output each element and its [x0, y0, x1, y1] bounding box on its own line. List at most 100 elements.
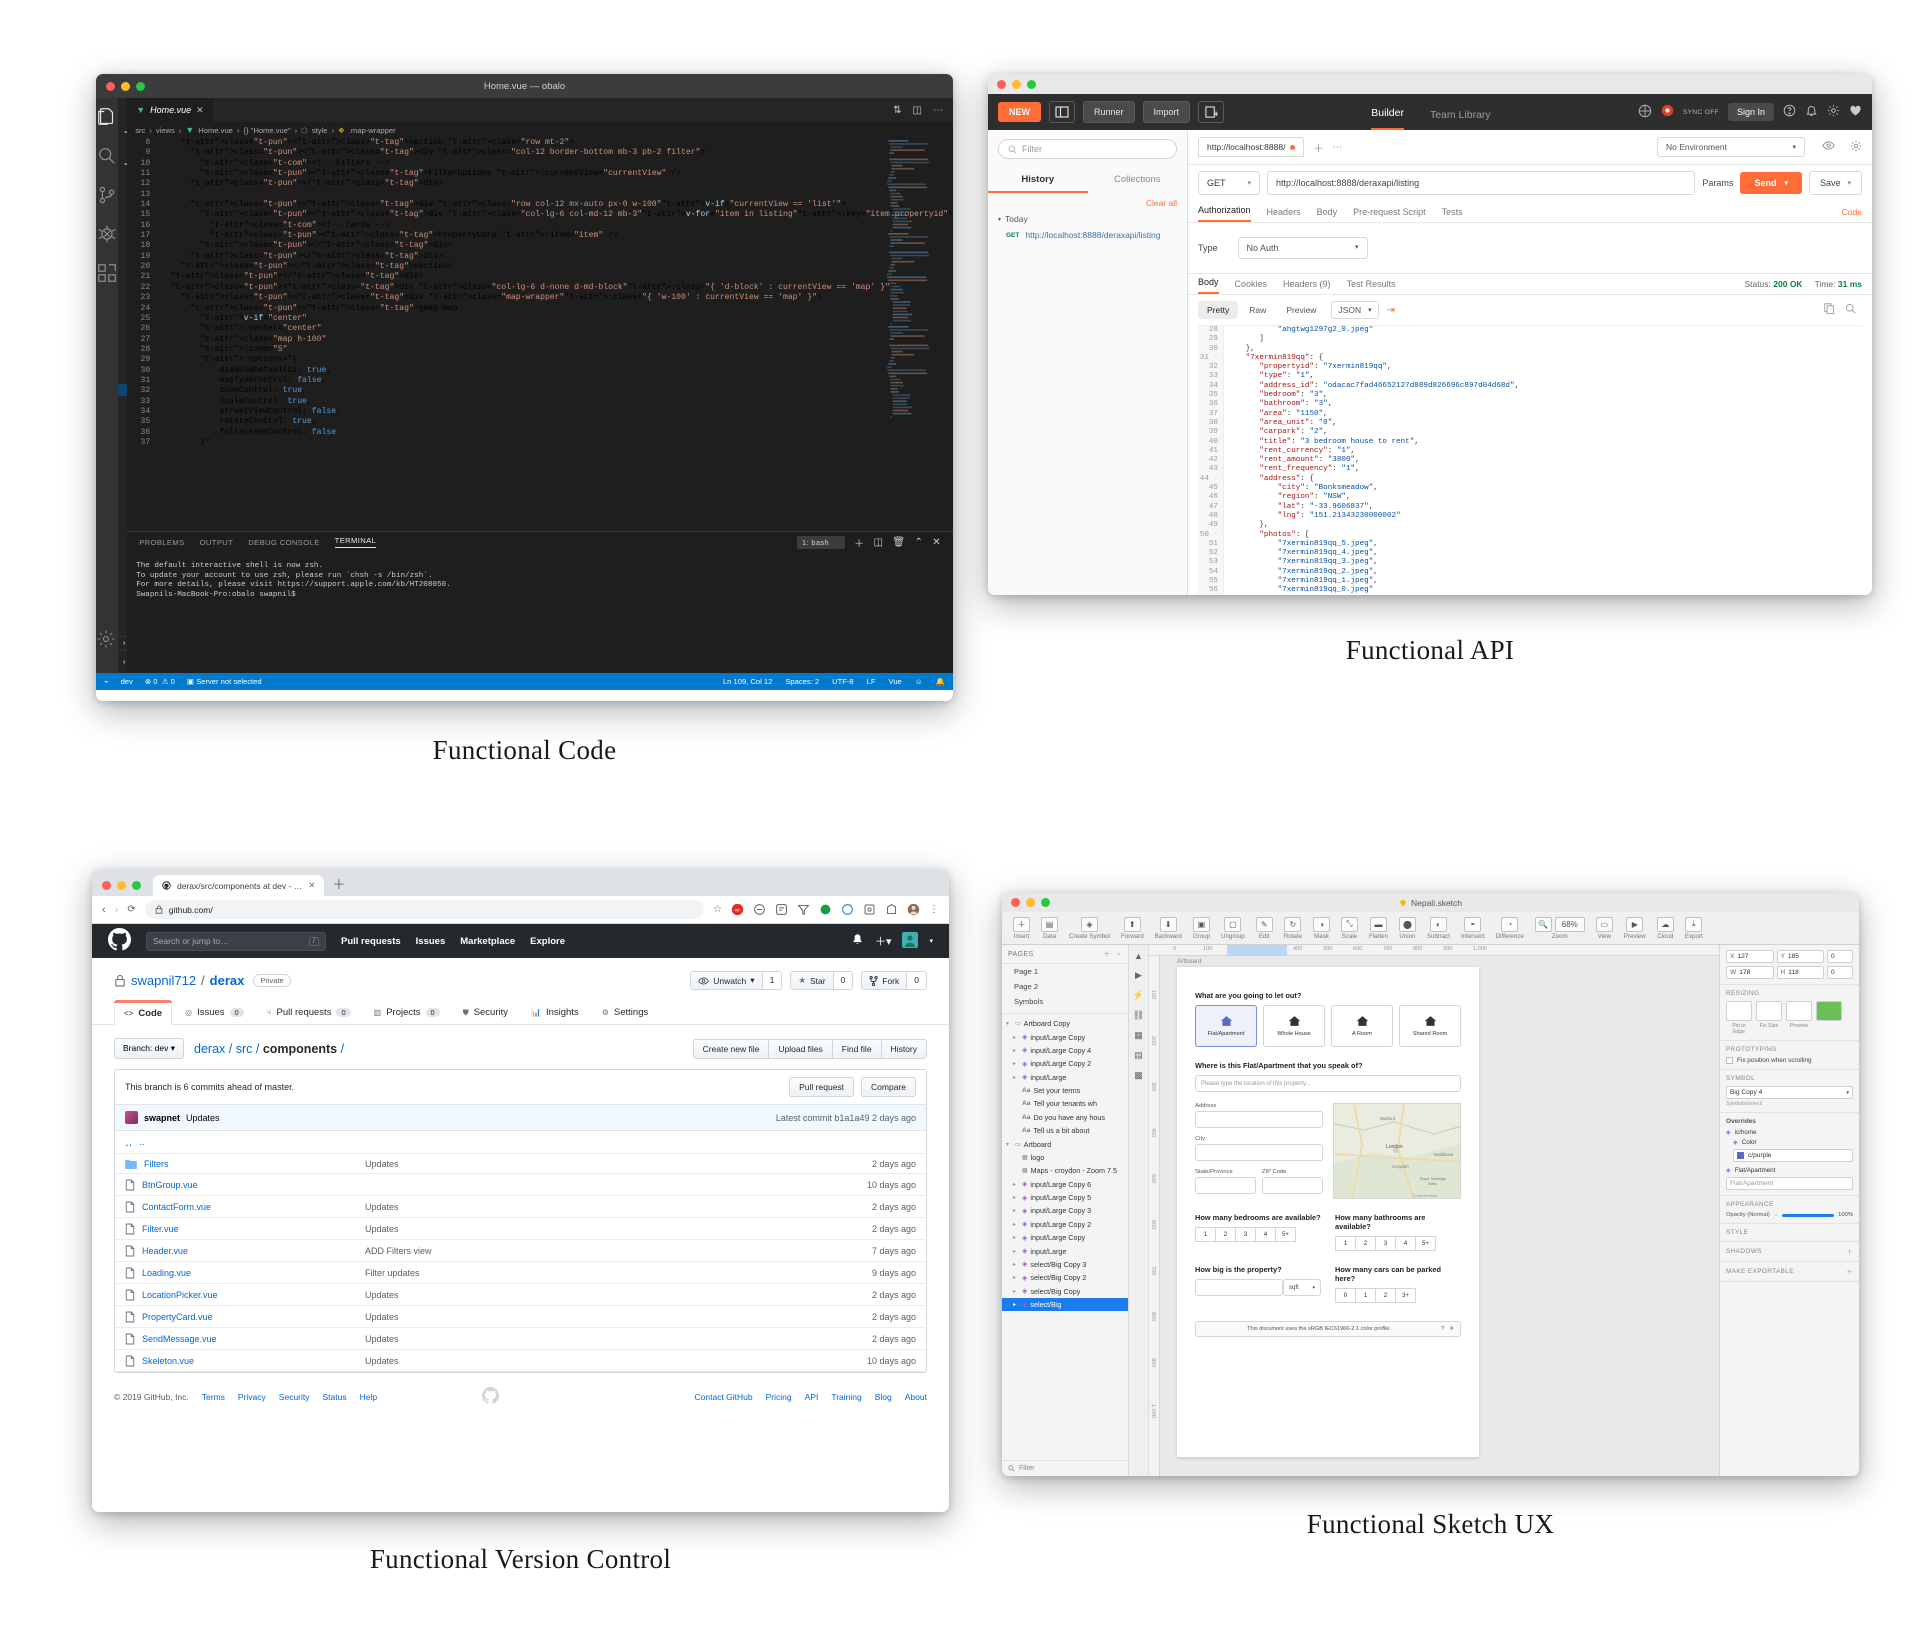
- ahead-actions[interactable]: Pull request Compare: [789, 1077, 916, 1097]
- postman-header[interactable]: NEW Runner Import Builder Team Library S…: [988, 94, 1872, 130]
- position-fields[interactable]: X 127 Y 185 0: [1726, 950, 1853, 963]
- stepper-option[interactable]: 3: [1235, 1227, 1256, 1242]
- tree-item-router-js[interactable]: JSrouter.js: [118, 484, 127, 497]
- commit-message-cell[interactable]: Updates: [365, 1224, 838, 1234]
- layer-item[interactable]: Aa Tell us a bit about: [1002, 1124, 1128, 1137]
- commit-message-cell[interactable]: Updates: [365, 1356, 838, 1366]
- help-icon[interactable]: [1783, 104, 1796, 120]
- database-icon[interactable]: ▤: [1041, 916, 1058, 932]
- sidebar-toggle-icon[interactable]: [1049, 101, 1075, 123]
- settings-gear-icon[interactable]: [96, 629, 118, 651]
- explorer-icon[interactable]: [96, 106, 118, 128]
- size-unit-selector[interactable]: sqft ▾: [1283, 1279, 1321, 1296]
- pages-header[interactable]: PAGES ＋ ⌄: [1002, 945, 1128, 964]
- status-problems[interactable]: ⊗ 0 ⚠ 0: [145, 677, 175, 686]
- format-raw[interactable]: Raw: [1240, 301, 1275, 319]
- fork-button-group[interactable]: Fork 0: [861, 971, 927, 990]
- footer-api[interactable]: API: [805, 1392, 819, 1402]
- layer-list[interactable]: ▾ ▭ Artboard Copy ▸ ◈ input/Large Copy ▸ ◈ input…: [1002, 1013, 1128, 1312]
- address-input[interactable]: [1195, 1111, 1323, 1128]
- export-section[interactable]: MAKE EXPORTABLE ＋: [1720, 1262, 1859, 1282]
- chevron-down-icon[interactable]: ⌄: [1774, 1212, 1778, 1218]
- chevron-right-icon[interactable]: ›: [123, 659, 126, 666]
- url-input[interactable]: http://localhost:8888/deraxapi/listing: [1267, 171, 1696, 195]
- params-button[interactable]: Params: [1702, 178, 1733, 188]
- tree-item-style-scss[interactable]: ❡style.scss: [118, 233, 127, 246]
- tab-terminal[interactable]: TERMINAL: [334, 536, 377, 548]
- x-field[interactable]: X 127: [1726, 950, 1774, 963]
- radius-field[interactable]: 0: [1827, 966, 1853, 979]
- rotation-field[interactable]: 0: [1827, 950, 1853, 963]
- disclosure-icon[interactable]: ▸: [1013, 1261, 1019, 1268]
- tab-pull-requests[interactable]: ⑂ Pull requests 0: [257, 1000, 361, 1024]
- split-layout-icon[interactable]: ◫: [913, 105, 922, 116]
- commit-message-cell[interactable]: Updates: [365, 1159, 838, 1169]
- response-actions[interactable]: [1824, 303, 1862, 317]
- resizing-controls[interactable]: [1726, 1001, 1853, 1021]
- notifications-bell-icon[interactable]: [1805, 104, 1818, 120]
- footer-status[interactable]: Status: [323, 1392, 347, 1402]
- tree-item-values[interactable]: ›values: [118, 270, 127, 283]
- toolbar-insert[interactable]: ＋ Insert: [1008, 916, 1035, 940]
- code-link[interactable]: Code: [1842, 207, 1862, 222]
- terminal-output[interactable]: The default interactive shell is now zsh…: [127, 552, 953, 600]
- json-code[interactable]: "ahgtwg1297g2_0.jpeg" ] }, "7xermin819qq…: [1224, 326, 1519, 595]
- override-color-field[interactable]: c/purple: [1733, 1149, 1853, 1162]
- layer-item[interactable]: ▸ ◈ select/Big Copy 3: [1002, 1258, 1128, 1271]
- toolbar-subtract[interactable]: ◐ Subtract: [1422, 916, 1455, 940]
- tree-item-views[interactable]: ⌄views: [118, 283, 127, 296]
- commit-message-cell[interactable]: Filter updates: [365, 1268, 838, 1278]
- export-icon[interactable]: ⤓: [1685, 916, 1703, 932]
- activity-bar-bottom[interactable]: [96, 629, 118, 673]
- edit-icon[interactable]: ✎: [1255, 916, 1273, 932]
- toolbar-union[interactable]: ⬤ Union: [1394, 916, 1421, 940]
- request-row[interactable]: GET ▾ http://localhost:8888/deraxapi/lis…: [1188, 165, 1872, 201]
- h-field[interactable]: H 118: [1776, 966, 1824, 979]
- disclosure-icon[interactable]: ▸: [1013, 1221, 1019, 1228]
- save-button[interactable]: Save ▾: [1808, 171, 1862, 195]
- status-server[interactable]: ▣ Server not selected: [187, 677, 262, 686]
- settings-gear-icon[interactable]: [1850, 140, 1862, 155]
- tree-item-create-step2-vue[interactable]: ▼Create-Step2.vue: [118, 308, 127, 321]
- bookmark-star-icon[interactable]: ☆: [713, 904, 722, 915]
- breadcrumb-views[interactable]: views: [156, 126, 175, 135]
- commit-message[interactable]: Updates: [186, 1113, 220, 1123]
- fix-position-row[interactable]: Fix position when scrolling: [1726, 1057, 1853, 1064]
- disclosure-icon[interactable]: ▸: [1013, 1207, 1019, 1214]
- difference-icon[interactable]: ◔: [1501, 916, 1519, 932]
- table-row[interactable]: Filters Updates 2 days ago: [115, 1154, 926, 1174]
- tab-history[interactable]: History: [988, 168, 1088, 193]
- group-icon[interactable]: ▣: [1192, 916, 1210, 932]
- file-name-cell[interactable]: PropertyCard.vue: [125, 1311, 365, 1323]
- mask-icon[interactable]: ◑: [1313, 916, 1330, 932]
- toolbar-cloud[interactable]: ☁ Cloud: [1652, 916, 1679, 940]
- inspector-panel[interactable]: X 127 Y 185 0 W 178 H 118 0 RESIZING Pin…: [1719, 945, 1859, 1476]
- status-remote-icon[interactable]: ⌁: [104, 677, 109, 686]
- new-tab-button[interactable]: ＋: [332, 874, 345, 896]
- stepper-option[interactable]: 0: [1335, 1288, 1356, 1303]
- forward-icon[interactable]: ⬆: [1123, 916, 1141, 932]
- tab-security[interactable]: ⛊ Security: [453, 1000, 518, 1024]
- tree-item-cert-pem[interactable]: ⊞cert.pem: [118, 535, 127, 548]
- option-a-room[interactable]: A Room: [1331, 1005, 1393, 1047]
- bedrooms-stepper[interactable]: 1 2 3 4 5+: [1195, 1227, 1321, 1242]
- table-row[interactable]: BtnGroup.vue 10 days ago: [115, 1174, 926, 1196]
- npm-scripts-section-header[interactable]: › NPM SCRIPTS: [118, 650, 128, 673]
- tree-item-notfound-vue[interactable]: ▼NotFound.vue: [118, 421, 127, 434]
- table-row[interactable]: ‥..: [115, 1131, 926, 1154]
- format-type-selector[interactable]: JSON ▾: [1331, 301, 1379, 319]
- toolbar-scale[interactable]: ⤡ Scale: [1336, 916, 1363, 940]
- plus-icon[interactable]: ＋: [1013, 916, 1030, 932]
- canvas-tool-strip[interactable]: ▲ ▶ ⚡ ⛓ ▦ ▤ ▩: [1129, 945, 1149, 1476]
- activity-bar[interactable]: [96, 98, 118, 673]
- project-root-header[interactable]: ⌄ OBALO: [118, 157, 127, 170]
- add-shadow-icon[interactable]: ＋: [1846, 1247, 1853, 1256]
- repo-nav-tabs[interactable]: <> Code ◎ Issues 0 ⑂ Pull requests 0 ▥ Projects 0 ⛊…: [92, 990, 949, 1025]
- footer-terms[interactable]: Terms: [202, 1392, 225, 1402]
- postman-main-nav[interactable]: Builder Team Library: [1371, 94, 1491, 130]
- tree-item-store-js[interactable]: JSstore.js: [118, 497, 127, 510]
- close-icon[interactable]: ✕: [196, 105, 204, 116]
- commit-message-cell[interactable]: Updates: [365, 1312, 838, 1322]
- preview-icon[interactable]: ▶: [1626, 916, 1644, 932]
- toolbar-ungroup[interactable]: ▢ Ungroup: [1216, 916, 1250, 940]
